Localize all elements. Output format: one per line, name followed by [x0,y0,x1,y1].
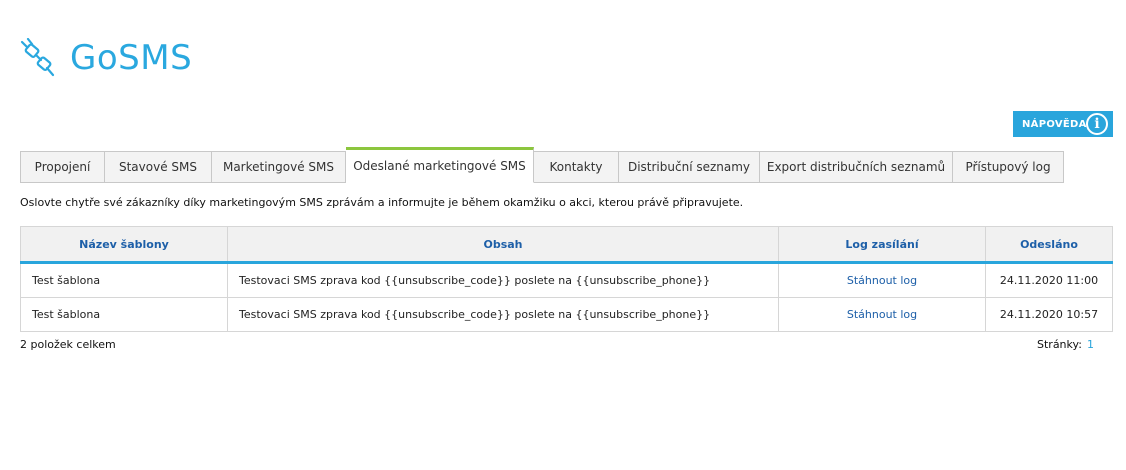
tab-label: Přístupový log [965,160,1051,174]
cell-sent: 24.11.2020 11:00 [985,262,1113,298]
column-header-content[interactable]: Obsah [227,226,779,264]
tab-bar: Propojení Stavové SMS Marketingové SMS O… [20,147,1064,183]
tab-label: Odeslané marketingové SMS [353,159,526,173]
table-row: Test šablona Testovaci SMS zprava kod {{… [20,262,1113,298]
download-log-link[interactable]: Stáhnout log [847,308,917,321]
pagination: Stránky: 1 [1037,338,1094,351]
tab-odeslane-marketingove-sms[interactable]: Odeslané marketingové SMS [346,147,534,183]
column-header-log[interactable]: Log zasílání [778,226,986,264]
tab-stavove-sms[interactable]: Stavové SMS [105,151,212,183]
column-header-template-name[interactable]: Název šablony [20,226,228,264]
app-title: GoSMS [70,38,193,78]
tab-propojeni[interactable]: Propojení [20,151,105,183]
tab-label: Export distribučních seznamů [766,160,946,174]
tab-label: Kontakty [549,160,603,174]
cell-sent: 24.11.2020 10:57 [985,297,1113,332]
total-count: 2 položek celkem [20,338,116,351]
help-button-label: NÁPOVĚDA [1022,118,1087,130]
tab-export-distribucnich-seznamu[interactable]: Export distribučních seznamů [760,151,953,183]
tab-label: Propojení [34,160,91,174]
intro-text: Oslovte chytře své zákazníky díky market… [20,196,744,209]
page-link-1[interactable]: 1 [1087,338,1094,351]
tab-label: Distribuční seznamy [627,160,751,174]
cell-log: Stáhnout log [778,297,986,332]
tab-label: Marketingové SMS [222,160,335,174]
cell-log: Stáhnout log [778,262,986,298]
logo: GoSMS [20,36,192,80]
cell-template-name: Test šablona [20,297,228,332]
tab-distribucni-seznamy[interactable]: Distribuční seznamy [619,151,760,183]
info-icon: i [1086,113,1108,135]
column-header-sent[interactable]: Odesláno [985,226,1113,264]
cell-template-name: Test šablona [20,262,228,298]
help-button[interactable]: NÁPOVĚDA i [1013,111,1113,137]
table-header-row: Název šablony Obsah Log zasílání Odeslán… [20,226,1113,264]
tab-kontakty[interactable]: Kontakty [534,151,619,183]
sent-sms-table: Název šablony Obsah Log zasílání Odeslán… [20,226,1113,332]
pages-label: Stránky: [1037,338,1082,351]
table-row: Test šablona Testovaci SMS zprava kod {{… [20,297,1113,332]
tab-pristupovy-log[interactable]: Přístupový log [953,151,1064,183]
cell-content: Testovaci SMS zprava kod {{unsubscribe_c… [227,262,779,298]
tab-marketingove-sms[interactable]: Marketingové SMS [212,151,346,183]
plug-connector-icon [20,38,55,77]
cell-content: Testovaci SMS zprava kod {{unsubscribe_c… [227,297,779,332]
download-log-link[interactable]: Stáhnout log [847,274,917,287]
tab-label: Stavové SMS [118,160,197,174]
